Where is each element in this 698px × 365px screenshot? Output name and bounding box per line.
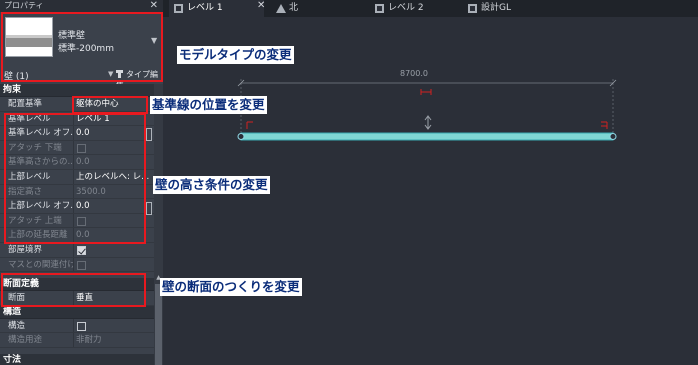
- close-icon[interactable]: ✕: [257, 0, 265, 11]
- highlight-location-line: [72, 96, 148, 114]
- floor-plan-icon: [468, 4, 477, 13]
- highlight-cross-section: [1, 273, 146, 307]
- annotation-height-conditions: 壁の高さ条件の変更: [153, 176, 270, 194]
- prop-label: マスとの関連付け: [8, 259, 74, 270]
- checkbox: [77, 260, 86, 270]
- checkbox-checked[interactable]: [77, 245, 86, 255]
- prop-label: 部屋境界: [8, 244, 43, 255]
- prop-structural-usage: 構造用途 非耐力: [0, 333, 154, 348]
- selected-wall: [240, 132, 614, 141]
- floor-plan-icon: [375, 4, 384, 13]
- prop-structural[interactable]: 構造: [0, 318, 154, 334]
- prop-room-bounding[interactable]: 部屋境界: [0, 242, 154, 258]
- tab-level-2[interactable]: レベル 2: [370, 0, 460, 17]
- highlight-height-conditions: [4, 113, 146, 244]
- prop-related-to-mass: マスとの関連付け: [0, 257, 154, 273]
- tab-label: 設計GL: [481, 3, 511, 13]
- elevation-icon: [276, 4, 286, 13]
- view-tabbar: レベル 1 ✕ 北 レベル 2 設計GL: [163, 0, 698, 17]
- prop-label: 構造: [8, 320, 26, 331]
- floor-plan-icon: [174, 4, 183, 13]
- tab-north[interactable]: 北: [271, 0, 361, 17]
- tab-label: レベル 2: [388, 3, 424, 13]
- close-icon[interactable]: ✕: [150, 0, 158, 12]
- highlight-model-type: [1, 12, 163, 82]
- resize-grip[interactable]: [146, 128, 152, 141]
- tab-label: 北: [289, 3, 299, 13]
- dimension-value[interactable]: 8700.0: [400, 69, 428, 78]
- annotation-model-type: モデルタイプの変更: [177, 46, 294, 64]
- properties-scrollbar[interactable]: ▲: [154, 84, 163, 365]
- properties-title: プロパティ: [0, 0, 163, 12]
- annotation-baseline: 基準線の位置を変更: [150, 96, 267, 114]
- tab-design-gl[interactable]: 設計GL: [463, 0, 553, 17]
- wall-control-marks: [246, 89, 608, 129]
- revit-window: プロパティ ✕ 標準壁 標準-200mm ▼ 壁 (1) ▼ タイプ編集 拘束 …: [0, 0, 698, 365]
- tab-label: レベル 1: [187, 3, 223, 13]
- prop-label: 構造用途: [8, 335, 43, 346]
- scroll-thumb[interactable]: [155, 284, 162, 365]
- resize-grip[interactable]: [146, 202, 152, 215]
- checkbox[interactable]: [77, 321, 86, 331]
- annotation-cross-section: 壁の断面のつくりを変更: [160, 278, 302, 296]
- group-dimensions[interactable]: 寸法: [0, 353, 154, 365]
- group-structure[interactable]: 構造: [0, 305, 154, 319]
- wall-end-grip-left: [237, 133, 245, 140]
- prop-label: 配置基準: [8, 99, 43, 109]
- prop-value: 非耐力: [76, 335, 102, 346]
- flip-control-icon: [424, 115, 432, 130]
- tab-level-1[interactable]: レベル 1: [169, 0, 264, 17]
- wall-end-grip-right: [609, 133, 617, 140]
